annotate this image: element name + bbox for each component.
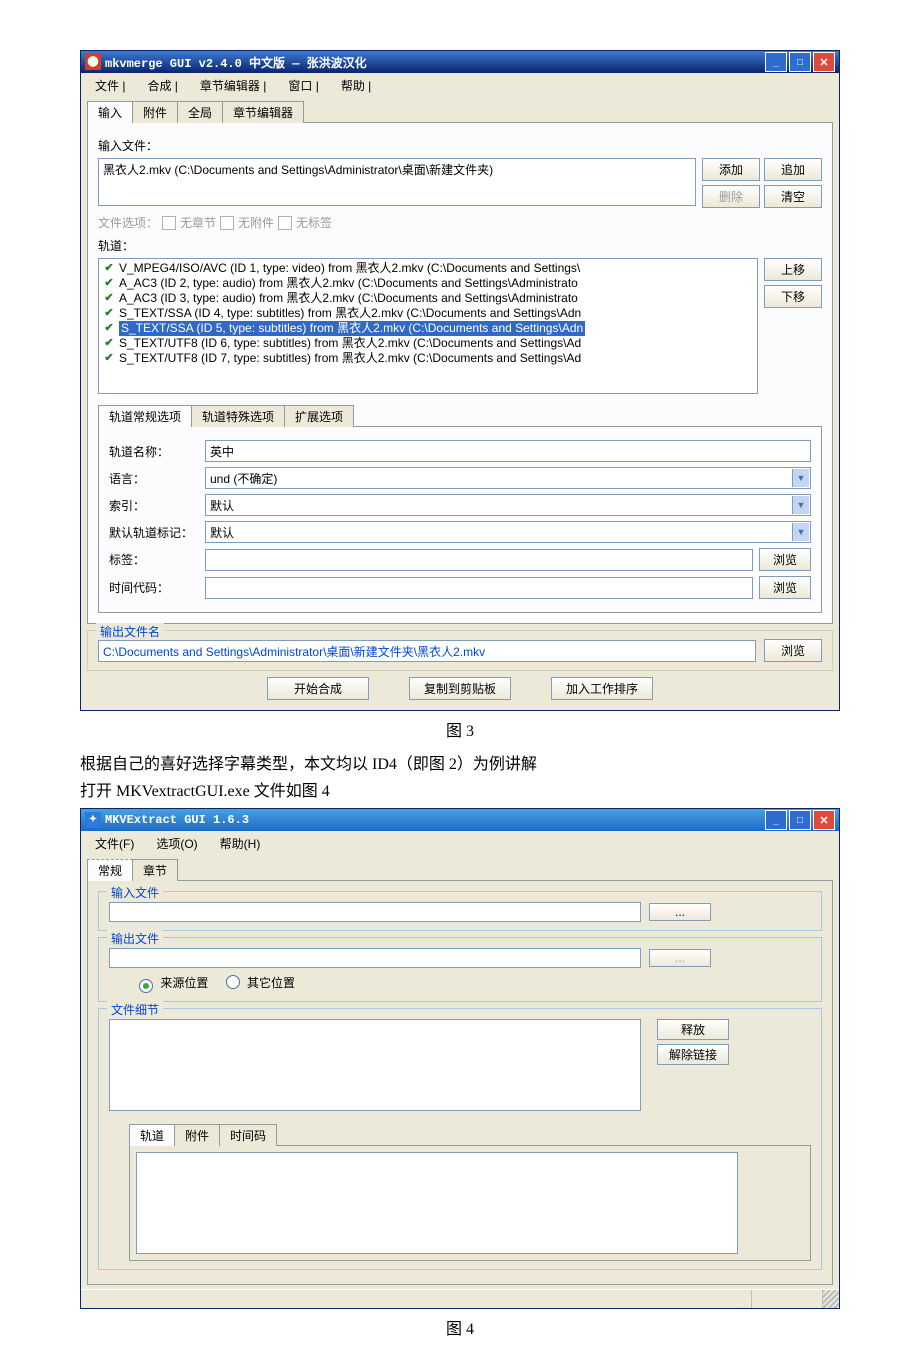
fileopts-label: 文件选项：: [98, 214, 158, 231]
main-tabs: 输入 附件 全局 章节编辑器: [87, 100, 839, 122]
default-track-select[interactable]: 默认▼: [205, 521, 811, 543]
chevron-down-icon: ▼: [792, 496, 809, 514]
output-path-input[interactable]: C:\Documents and Settings\Administrator\…: [98, 640, 756, 662]
window-title: mkvmerge GUI v2.4.0 中文版 — 张洪波汉化: [105, 54, 367, 71]
track-name-input[interactable]: 英中: [205, 440, 811, 462]
tags-input[interactable]: [205, 549, 753, 571]
subtab-track-2[interactable]: 轨道: [129, 1124, 175, 1146]
tab-chapter-2[interactable]: 章节: [132, 859, 178, 881]
body-text-1: 根据自己的喜好选择字幕类型，本文均以 ID4（即图 2）为例讲解: [80, 753, 840, 777]
app-icon: ✦: [85, 812, 101, 828]
chk-no-attach[interactable]: [220, 216, 234, 230]
subtab-general[interactable]: 轨道常规选项: [98, 405, 192, 427]
release-button[interactable]: 释放: [657, 1019, 729, 1040]
menu-help-2[interactable]: 帮助(H): [210, 833, 271, 854]
chk-no-chapters[interactable]: [162, 216, 176, 230]
copy-clipboard-button[interactable]: 复制到剪贴板: [409, 677, 511, 700]
input-file-field[interactable]: [109, 902, 641, 922]
output-file-field[interactable]: [109, 948, 641, 968]
browse-output-button[interactable]: 浏览: [764, 639, 822, 662]
menu-compose[interactable]: 合成 |: [137, 75, 187, 96]
check-icon: ✔: [103, 291, 115, 306]
body-text-2: 打开 MKVextractGUI.exe 文件如图 4: [80, 780, 840, 804]
menu-window[interactable]: 窗口 |: [278, 75, 328, 96]
maximize-button[interactable]: □: [789, 52, 811, 72]
menu-chapter[interactable]: 章节编辑器 |: [190, 75, 276, 96]
track-options: 轨道名称： 英中 语言： und (不确定)▼ 索引： 默认▼ 默认轨道标记： …: [98, 426, 822, 613]
tab-general-2[interactable]: 常规: [87, 859, 133, 881]
track-detail-list[interactable]: [136, 1152, 738, 1254]
check-icon: ✔: [103, 336, 115, 351]
tab-global[interactable]: 全局: [177, 101, 223, 123]
menu-help[interactable]: 帮助 |: [331, 75, 381, 96]
tab-attach[interactable]: 附件: [132, 101, 178, 123]
append-button[interactable]: 追加: [764, 158, 822, 181]
chk-no-tags[interactable]: [278, 216, 292, 230]
maximize-button[interactable]: □: [789, 810, 811, 830]
add-to-queue-button[interactable]: 加入工作排序: [551, 677, 653, 700]
app-icon: ⬤: [85, 54, 101, 70]
move-up-button[interactable]: 上移: [764, 258, 822, 281]
subtab-attach-2[interactable]: 附件: [174, 1124, 220, 1146]
menu-file-2[interactable]: 文件(F): [85, 833, 144, 854]
browse-timecode-button[interactable]: 浏览: [759, 576, 811, 599]
figure-4-caption: 图 4: [80, 1315, 840, 1339]
subtab-special[interactable]: 轨道特殊选项: [191, 405, 285, 427]
input-file-group: 输入文件 ...: [98, 891, 822, 931]
input-file-list[interactable]: 黑衣人2.mkv (C:\Documents and Settings\Admi…: [98, 158, 696, 206]
subtab-timecode-2[interactable]: 时间码: [219, 1124, 277, 1146]
index-select[interactable]: 默认▼: [205, 494, 811, 516]
figure-3-caption: 图 3: [80, 717, 840, 741]
tabs-2: 常规 章节: [87, 858, 839, 880]
titlebar-2[interactable]: ✦ MKVExtract GUI 1.6.3 _ □ ✕: [81, 809, 839, 831]
menubar: 文件 | 合成 | 章节编辑器 | 窗口 | 帮助 |: [81, 73, 839, 98]
radio-source-location[interactable]: [139, 979, 153, 993]
file-detail-group: 文件细节 释放 解除链接 轨道 附件 时间码: [98, 1008, 822, 1270]
remove-button[interactable]: 删除: [702, 185, 760, 208]
move-down-button[interactable]: 下移: [764, 285, 822, 308]
check-icon: ✔: [103, 261, 115, 276]
close-button[interactable]: ✕: [813, 52, 835, 72]
window-title-2: MKVExtract GUI 1.6.3: [105, 813, 249, 827]
subtab-ext[interactable]: 扩展选项: [284, 405, 354, 427]
unlink-button[interactable]: 解除链接: [657, 1044, 729, 1065]
statusbar: [81, 1289, 839, 1308]
input-file-label: 输入文件：: [98, 137, 822, 154]
detail-list[interactable]: [109, 1019, 641, 1111]
minimize-button[interactable]: _: [765, 810, 787, 830]
minimize-button[interactable]: _: [765, 52, 787, 72]
add-button[interactable]: 添加: [702, 158, 760, 181]
check-icon: ✔: [103, 321, 115, 336]
menu-file[interactable]: 文件 |: [85, 75, 135, 96]
track-row-selected: ✔S_TEXT/SSA (ID 5, type: subtitles) from…: [103, 321, 753, 336]
tracks-label: 轨道：: [98, 237, 822, 254]
menubar-2: 文件(F) 选项(O) 帮助(H): [81, 831, 839, 856]
menu-options-2[interactable]: 选项(O): [146, 833, 207, 854]
track-list[interactable]: ✔V_MPEG4/ISO/AVC (ID 1, type: video) fro…: [98, 258, 758, 394]
chevron-down-icon: ▼: [792, 469, 809, 487]
resize-grip-icon[interactable]: [823, 1290, 839, 1308]
input-browse-button[interactable]: ...: [649, 903, 711, 921]
check-icon: ✔: [103, 351, 115, 366]
output-file-group: 输出文件 ... 来源位置 其它位置: [98, 937, 822, 1002]
output-browse-button[interactable]: ...: [649, 949, 711, 967]
timecode-input[interactable]: [205, 577, 753, 599]
tab-input[interactable]: 输入: [87, 101, 133, 123]
language-select[interactable]: und (不确定)▼: [205, 467, 811, 489]
browse-tags-button[interactable]: 浏览: [759, 548, 811, 571]
chevron-down-icon: ▼: [792, 523, 809, 541]
mkvextract-window: ✦ MKVExtract GUI 1.6.3 _ □ ✕ 文件(F) 选项(O)…: [80, 808, 840, 1309]
start-mux-button[interactable]: 开始合成: [267, 677, 369, 700]
tab-chapter-editor[interactable]: 章节编辑器: [222, 101, 304, 123]
check-icon: ✔: [103, 306, 115, 321]
close-button[interactable]: ✕: [813, 810, 835, 830]
radio-other-location[interactable]: [226, 975, 240, 989]
check-icon: ✔: [103, 276, 115, 291]
tab-content: 输入文件： 黑衣人2.mkv (C:\Documents and Setting…: [87, 122, 833, 624]
clear-button[interactable]: 清空: [764, 185, 822, 208]
output-group: 输出文件名 C:\Documents and Settings\Administ…: [87, 630, 833, 671]
titlebar[interactable]: ⬤ mkvmerge GUI v2.4.0 中文版 — 张洪波汉化 _ □ ✕: [81, 51, 839, 73]
mkvmerge-window: ⬤ mkvmerge GUI v2.4.0 中文版 — 张洪波汉化 _ □ ✕ …: [80, 50, 840, 711]
